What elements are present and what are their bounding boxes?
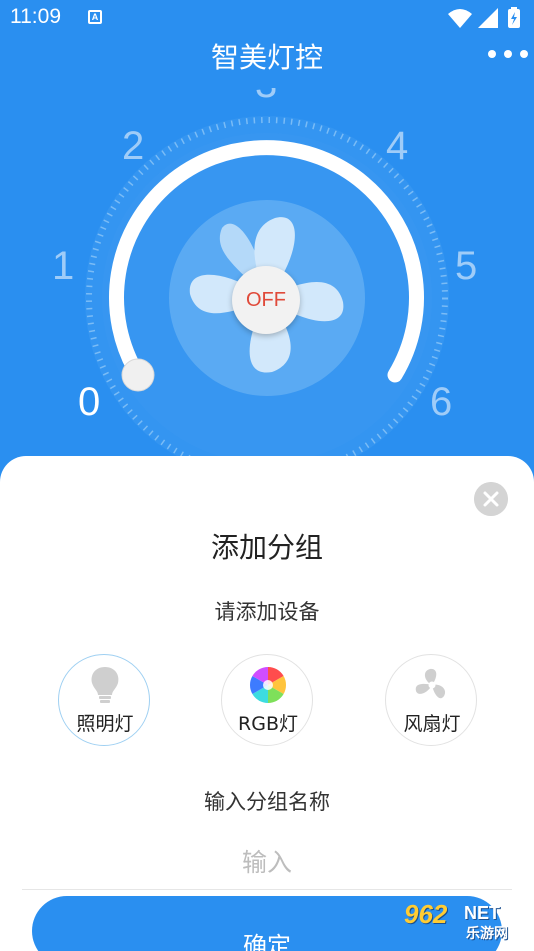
watermark-logo: 962 [404,899,448,929]
dial-knob [121,358,155,392]
watermark-net: NET [464,903,500,923]
color-wheel-icon [249,667,287,703]
group-name-label: 输入分组名称 [204,790,330,814]
dial-number-4: 4 [386,124,409,168]
status-time: 11:09 [10,5,61,28]
device-option-rgb[interactable]: RGB灯 [221,654,313,746]
watermark-site: 乐游网 [466,926,508,942]
dialog-subtitle: 请添加设备 [214,600,320,624]
dial-number-5: 5 [455,244,478,288]
dialog-title: 添加分组 [210,531,323,564]
close-icon[interactable] [474,482,508,516]
device-option-fan[interactable]: 风扇灯 [385,654,477,746]
status-icons [448,7,520,28]
device-label-lighting: 照明灯 [76,713,134,735]
more-options-icon[interactable] [486,44,530,64]
site-watermark: 962 NET 乐游网 [398,899,528,945]
dial-number-6: 6 [430,380,453,424]
dial-number-0: 0 [78,380,101,424]
device-option-lighting[interactable]: 照明灯 [58,654,150,746]
dial-number-1: 1 [52,244,75,288]
notification-a-icon: A [88,10,102,24]
device-label-rgb: RGB灯 [238,713,298,735]
status-bar: 11:09 A [0,0,534,36]
wifi-icon [448,9,472,28]
signal-icon [478,8,498,28]
device-label-fan: 风扇灯 [403,713,461,735]
dial-number-2: 2 [122,124,145,168]
app-title: 智美灯控 [210,41,323,74]
bulb-icon [91,667,119,703]
group-name-input[interactable] [22,836,512,890]
power-off-button[interactable]: OFF [232,266,300,334]
fan-icon [415,668,446,699]
add-group-dialog: 添加分组 请添加设备 照明灯 RGB灯 风扇灯 输入分组名称 输入 确定 962… [0,456,534,951]
battery-icon [508,7,520,28]
